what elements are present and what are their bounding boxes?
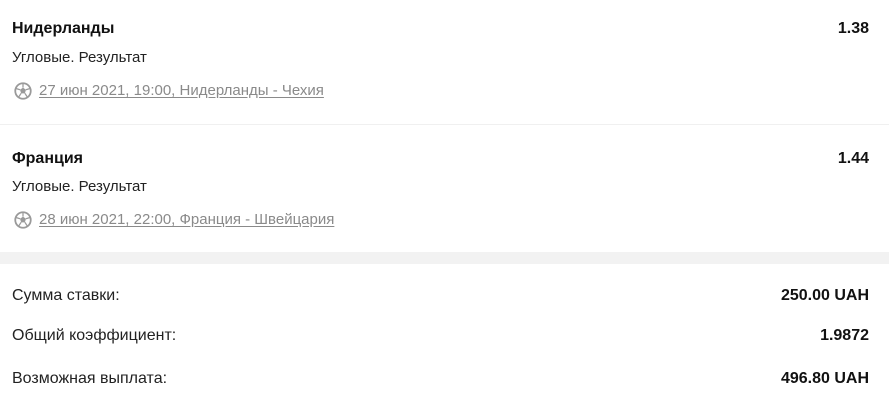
bet-team: Нидерланды [12, 20, 115, 37]
bet-item: Нидерланды 1.38 Угловые. Результат 27 ию… [0, 0, 889, 124]
bet-odds: 1.38 [837, 20, 869, 37]
bet-summary: Сумма ставки: 250.00 UAH Общий коэффицие… [0, 264, 889, 408]
soccer-ball-icon [14, 82, 32, 100]
payout-row: Возможная выплата: 496.80 UAH [0, 368, 889, 390]
bet-event: 28 июн 2021, 22:00, Франция - Швейцария [14, 211, 334, 229]
bet-market: Угловые. Результат [12, 178, 147, 195]
total-odds-label: Общий коэффициент: [12, 327, 177, 344]
bet-odds: 1.44 [837, 150, 869, 167]
soccer-ball-icon [14, 211, 32, 229]
stake-label: Сумма ставки: [12, 287, 120, 304]
stake-row: Сумма ставки: 250.00 UAH [0, 285, 889, 307]
bet-market: Угловые. Результат [12, 49, 147, 66]
event-link[interactable]: 27 июн 2021, 19:00, Нидерланды - Чехия [39, 82, 324, 100]
bet-slip: Нидерланды 1.38 Угловые. Результат 27 ию… [0, 0, 889, 408]
payout-label: Возможная выплата: [12, 370, 168, 387]
payout-value: 496.80 UAH [780, 370, 869, 387]
bet-team: Франция [12, 150, 83, 167]
event-link[interactable]: 28 июн 2021, 22:00, Франция - Швейцария [39, 211, 334, 229]
total-odds-row: Общий коэффициент: 1.9872 [0, 325, 889, 347]
stake-value: 250.00 UAH [780, 287, 869, 304]
bet-item: Франция 1.44 Угловые. Результат 28 июн 2… [0, 125, 889, 252]
total-odds-value: 1.9872 [820, 327, 869, 344]
section-separator [0, 252, 889, 264]
bet-event: 27 июн 2021, 19:00, Нидерланды - Чехия [14, 82, 324, 100]
